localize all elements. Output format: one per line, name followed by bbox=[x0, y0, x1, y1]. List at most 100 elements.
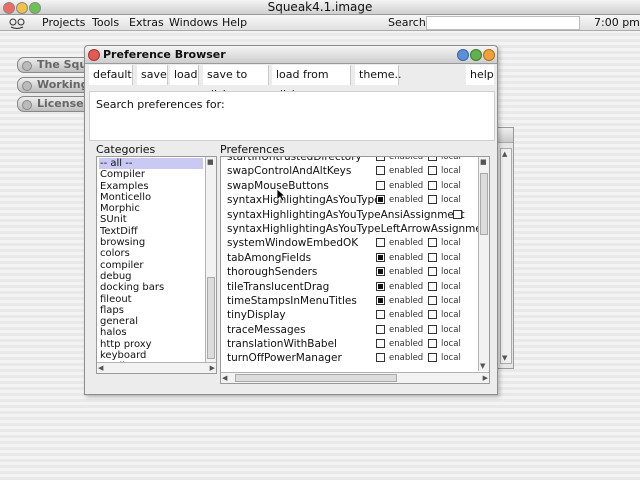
category-item[interactable]: Compiler bbox=[99, 169, 203, 180]
local-checkbox[interactable] bbox=[428, 353, 437, 363]
local-checkbox[interactable] bbox=[428, 195, 437, 205]
scroll-right-icon[interactable]: ▶ bbox=[210, 364, 215, 372]
window-title-bar[interactable]: Preference Browser bbox=[85, 46, 497, 64]
preference-row[interactable]: syntaxHighlightingAsYouTypeLeftArrowAssi… bbox=[221, 222, 489, 236]
local-checkbox[interactable] bbox=[428, 252, 437, 262]
menu-projects[interactable]: Projects bbox=[42, 15, 85, 30]
preference-row[interactable]: startInUntrustedDirectory enabled local bbox=[221, 157, 479, 164]
enabled-checkbox[interactable] bbox=[376, 195, 385, 205]
save-to-disk-button[interactable]: save to disk bbox=[203, 65, 269, 101]
categories-list[interactable]: -- all -- Compiler Examples Monticello Morph… bbox=[96, 156, 217, 374]
category-item[interactable]: debug bbox=[99, 271, 203, 282]
scroll-up-icon[interactable]: ■ bbox=[480, 158, 487, 166]
category-item[interactable]: http proxy bbox=[99, 339, 203, 350]
preference-row[interactable]: turnOffPowerManager enabled local bbox=[221, 351, 479, 365]
preference-row[interactable]: syntaxHighlightingAsYouType enabled local bbox=[221, 193, 479, 207]
enabled-checkbox[interactable] bbox=[376, 324, 385, 334]
category-item[interactable]: SUnit bbox=[99, 214, 203, 225]
collapse-icon[interactable] bbox=[457, 49, 469, 61]
flap-close-icon[interactable] bbox=[22, 100, 32, 110]
preference-row[interactable]: thoroughSenders enabled local bbox=[221, 265, 479, 279]
category-item[interactable]: -- all -- bbox=[99, 158, 203, 170]
local-checkbox[interactable] bbox=[428, 238, 437, 248]
preference-row[interactable]: timeStampsInMenuTitles enabled local bbox=[221, 294, 479, 308]
enabled-checkbox[interactable] bbox=[376, 353, 385, 363]
preference-row[interactable]: systemWindowEmbedOK enabled local bbox=[221, 236, 479, 250]
load-from-disk-button[interactable]: load from disk bbox=[272, 65, 351, 101]
category-item[interactable]: flaps bbox=[99, 305, 203, 316]
preferences-horizontal-scrollbar[interactable]: ◀ ▶ bbox=[221, 372, 489, 383]
close-icon[interactable] bbox=[88, 49, 100, 61]
categories-vertical-scrollbar[interactable]: ■ bbox=[205, 157, 216, 371]
scroll-down-icon[interactable]: ▼ bbox=[480, 362, 485, 370]
preference-row[interactable]: swapControlAndAltKeys enabled local bbox=[221, 164, 479, 178]
local-checkbox[interactable] bbox=[428, 180, 437, 190]
scroll-up-icon[interactable]: ■ bbox=[207, 158, 214, 166]
expand-icon[interactable] bbox=[470, 49, 482, 61]
scroll-thumb[interactable] bbox=[207, 277, 215, 359]
scroll-thumb[interactable] bbox=[480, 173, 488, 235]
local-checkbox[interactable] bbox=[428, 324, 437, 334]
scroll-right-icon[interactable]: ▶ bbox=[483, 374, 488, 382]
menu-help[interactable]: Help bbox=[222, 15, 247, 30]
scroll-left-icon[interactable]: ◀ bbox=[98, 364, 103, 372]
enabled-checkbox[interactable] bbox=[376, 267, 385, 277]
preference-search-field[interactable]: Search preferences for: bbox=[89, 91, 495, 141]
flap-close-icon[interactable] bbox=[22, 61, 32, 71]
preferences-vertical-scrollbar[interactable]: ■ ▼ bbox=[478, 157, 489, 371]
preference-row[interactable]: traceMessages enabled local bbox=[221, 323, 479, 337]
background-window-scrollbar[interactable]: ▲ ▼ bbox=[500, 148, 512, 364]
category-item[interactable]: browsing bbox=[99, 237, 203, 248]
local-checkbox[interactable] bbox=[428, 157, 437, 161]
help-button[interactable]: help bbox=[466, 65, 494, 85]
enabled-checkbox[interactable] bbox=[453, 209, 462, 219]
category-item[interactable]: compiler bbox=[99, 260, 203, 271]
enabled-checkbox[interactable] bbox=[376, 238, 385, 248]
preference-row[interactable]: syntaxHighlightingAsYouTypeAnsiAssignmen… bbox=[221, 208, 479, 222]
squeak-logo-icon[interactable] bbox=[8, 16, 26, 29]
save-button[interactable]: save bbox=[137, 65, 168, 85]
category-item[interactable]: Examples bbox=[99, 181, 203, 192]
local-checkbox[interactable] bbox=[428, 310, 437, 320]
enabled-checkbox[interactable] bbox=[376, 252, 385, 262]
scroll-up-icon[interactable]: ▲ bbox=[502, 150, 507, 158]
search-input[interactable] bbox=[426, 16, 580, 30]
local-checkbox[interactable] bbox=[428, 267, 437, 277]
enabled-checkbox[interactable] bbox=[376, 180, 385, 190]
enabled-checkbox[interactable] bbox=[376, 281, 385, 291]
local-checkbox[interactable] bbox=[428, 166, 437, 176]
category-item[interactable]: halos bbox=[99, 327, 203, 338]
scroll-thumb[interactable] bbox=[235, 374, 397, 382]
preferences-list[interactable]: startInUntrustedDirectory enabled local swa… bbox=[220, 156, 490, 384]
enabled-checkbox[interactable] bbox=[376, 339, 385, 349]
background-window-title-bar[interactable] bbox=[497, 128, 513, 143]
preference-row[interactable]: tileTranslucentDrag enabled local bbox=[221, 280, 479, 294]
category-item[interactable]: Morphic bbox=[99, 203, 203, 214]
category-item[interactable]: docking bars bbox=[99, 282, 203, 293]
load-button[interactable]: load bbox=[170, 65, 199, 85]
menu-tools[interactable]: Tools bbox=[92, 15, 119, 30]
preference-row[interactable]: translationWithBabel enabled local bbox=[221, 337, 479, 351]
categories-horizontal-scrollbar[interactable]: ◀ ▶ bbox=[97, 362, 216, 373]
enabled-checkbox[interactable] bbox=[376, 295, 385, 305]
scroll-down-icon[interactable]: ▼ bbox=[502, 354, 507, 362]
background-window[interactable]: ▲ ▼ bbox=[496, 127, 514, 369]
category-item[interactable]: fileout bbox=[99, 294, 203, 305]
preference-row[interactable]: swapMouseButtons enabled local bbox=[221, 179, 479, 193]
enabled-checkbox[interactable] bbox=[376, 157, 385, 161]
category-item[interactable]: keyboard bbox=[99, 350, 203, 361]
local-checkbox[interactable] bbox=[428, 339, 437, 349]
local-checkbox[interactable] bbox=[428, 281, 437, 291]
window-menu-icon[interactable] bbox=[483, 49, 495, 61]
category-item[interactable]: TextDiff bbox=[99, 226, 203, 237]
category-item[interactable]: colors bbox=[99, 248, 203, 259]
scroll-left-icon[interactable]: ◀ bbox=[222, 374, 227, 382]
menu-windows[interactable]: Windows bbox=[169, 15, 218, 30]
theme-button[interactable]: theme.. bbox=[355, 65, 402, 85]
local-checkbox[interactable] bbox=[428, 295, 437, 305]
menu-extras[interactable]: Extras bbox=[129, 15, 164, 30]
category-item[interactable]: general bbox=[99, 316, 203, 327]
category-item[interactable]: Monticello bbox=[99, 192, 203, 203]
enabled-checkbox[interactable] bbox=[376, 166, 385, 176]
preference-row[interactable]: tinyDisplay enabled local bbox=[221, 308, 479, 322]
